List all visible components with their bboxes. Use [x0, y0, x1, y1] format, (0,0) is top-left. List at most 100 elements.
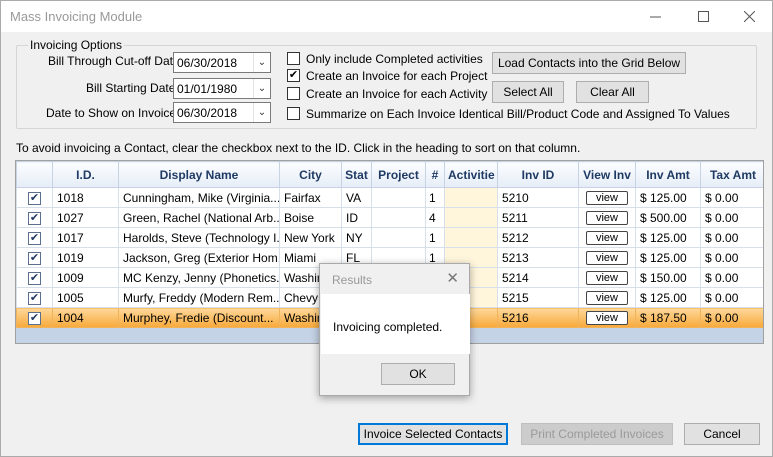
- invoice-selected-button[interactable]: Invoice Selected Contacts: [358, 423, 508, 445]
- row-checkbox[interactable]: ✔: [28, 211, 41, 225]
- close-icon[interactable]: ✕: [446, 269, 459, 287]
- cell-name: Murfy, Freddy (Modern Rem...: [118, 287, 280, 308]
- invoice-each-activity-label: Create an Invoice for each Activity: [306, 87, 488, 101]
- row-checkbox[interactable]: ✔: [28, 271, 41, 285]
- cell-state: VA: [341, 187, 372, 208]
- table-row[interactable]: ✔ 1018 Cunningham, Mike (Virginia... Fairfa…: [16, 187, 763, 208]
- chevron-down-icon[interactable]: ⌄: [253, 103, 270, 122]
- row-checkbox-cell: ✔: [16, 187, 53, 208]
- cell-id: 1027: [52, 207, 119, 228]
- view-invoice-button[interactable]: view: [586, 250, 628, 265]
- table-row[interactable]: ✔ 1027 Green, Rachel (National Arb... Boise…: [16, 207, 763, 228]
- cell-tax-amt: $ 0.00: [700, 187, 763, 208]
- column-header-select[interactable]: [16, 161, 53, 188]
- view-invoice-button[interactable]: view: [586, 290, 628, 305]
- dialog-message: Invoicing completed.: [333, 320, 443, 334]
- cell-count: 4: [425, 207, 445, 228]
- column-header-project[interactable]: Project: [371, 161, 426, 188]
- date-show-label: Date to Show on Invoice: [46, 106, 177, 120]
- cell-name: Harolds, Steve (Technology I...: [118, 227, 280, 248]
- row-checkbox-cell: ✔: [16, 307, 53, 328]
- grid-instructions: To avoid invoicing a Contact, clear the …: [16, 141, 581, 155]
- view-invoice-cell: view: [578, 287, 636, 308]
- clear-all-button[interactable]: Clear All: [576, 81, 649, 103]
- cell-count: 1: [425, 187, 445, 208]
- column-header-display-name[interactable]: Display Name: [118, 161, 280, 188]
- date-show-field[interactable]: 06/30/2018 ⌄: [173, 102, 271, 123]
- row-checkbox[interactable]: ✔: [28, 191, 41, 205]
- chevron-down-icon[interactable]: ⌄: [253, 53, 270, 72]
- bill-through-date-value: 06/30/2018: [177, 56, 238, 70]
- chevron-down-icon[interactable]: ⌄: [253, 79, 270, 98]
- view-invoice-button[interactable]: view: [586, 270, 628, 285]
- view-invoice-cell: view: [578, 247, 636, 268]
- cell-inv-id: 5212: [497, 227, 579, 248]
- cell-inv-amt: $ 150.00: [635, 267, 701, 288]
- dialog-title: Results: [332, 273, 373, 287]
- summarize-checkbox[interactable]: [287, 107, 300, 120]
- load-contacts-button[interactable]: Load Contacts into the Grid Below: [492, 52, 686, 74]
- column-header-city[interactable]: City: [279, 161, 342, 188]
- view-invoice-cell: view: [578, 267, 636, 288]
- cell-inv-amt: $ 187.50: [635, 307, 701, 328]
- close-icon[interactable]: [726, 1, 772, 32]
- dialog-body: Invoicing completed.: [321, 294, 470, 354]
- print-completed-button: Print Completed Invoices: [521, 423, 673, 445]
- view-invoice-button[interactable]: view: [586, 190, 628, 205]
- column-header-inv-amt[interactable]: Inv Amt: [635, 161, 701, 188]
- view-invoice-cell: view: [578, 207, 636, 228]
- cell-city: Boise: [279, 207, 342, 228]
- cell-project: [371, 227, 426, 248]
- summarize-label: Summarize on Each Invoice Identical Bill…: [306, 107, 730, 121]
- view-invoice-button[interactable]: view: [586, 310, 628, 325]
- invoice-each-activity-checkbox[interactable]: [287, 87, 300, 100]
- view-invoice-button[interactable]: view: [586, 210, 628, 225]
- column-header-id[interactable]: I.D.: [52, 161, 119, 188]
- cell-inv-id: 5214: [497, 267, 579, 288]
- cell-activities: [444, 227, 498, 248]
- column-header-tax-amt[interactable]: Tax Amt: [700, 161, 763, 188]
- bill-starting-date-field[interactable]: 01/01/1980 ⌄: [173, 78, 271, 99]
- cancel-button[interactable]: Cancel: [684, 423, 760, 445]
- cell-state: ID: [341, 207, 372, 228]
- maximize-icon[interactable]: [680, 1, 726, 32]
- cell-tax-amt: $ 0.00: [700, 287, 763, 308]
- cell-inv-amt: $ 125.00: [635, 187, 701, 208]
- view-invoice-button[interactable]: view: [586, 230, 628, 245]
- bill-through-date-field[interactable]: 06/30/2018 ⌄: [173, 52, 271, 73]
- column-header-inv-id[interactable]: Inv ID: [497, 161, 579, 188]
- cell-id: 1018: [52, 187, 119, 208]
- minimize-icon[interactable]: [632, 1, 678, 32]
- row-checkbox-cell: ✔: [16, 227, 53, 248]
- only-completed-checkbox[interactable]: [287, 52, 300, 65]
- row-checkbox[interactable]: ✔: [28, 291, 41, 305]
- bill-starting-label: Bill Starting Date: [86, 81, 176, 95]
- title-bar: Mass Invoicing Module: [1, 1, 772, 32]
- column-header-state[interactable]: Stat: [341, 161, 372, 188]
- cell-inv-amt: $ 500.00: [635, 207, 701, 228]
- cell-state: NY: [341, 227, 372, 248]
- view-invoice-cell: view: [578, 227, 636, 248]
- table-row[interactable]: ✔ 1017 Harolds, Steve (Technology I... New …: [16, 227, 763, 248]
- invoicing-options-label: Invoicing Options: [28, 38, 125, 52]
- select-all-button[interactable]: Select All: [492, 81, 564, 103]
- view-invoice-cell: view: [578, 307, 636, 328]
- only-completed-label: Only include Completed activities: [306, 52, 483, 66]
- column-header-count[interactable]: #: [425, 161, 445, 188]
- row-checkbox[interactable]: ✔: [28, 231, 41, 245]
- column-header-view-inv[interactable]: View Inv: [578, 161, 636, 188]
- cell-id: 1009: [52, 267, 119, 288]
- column-header-activities[interactable]: Activitie: [444, 161, 498, 188]
- cell-tax-amt: $ 0.00: [700, 227, 763, 248]
- window-title: Mass Invoicing Module: [10, 9, 143, 24]
- results-dialog: Results ✕ Invoicing completed. OK: [319, 263, 470, 396]
- invoice-each-project-checkbox[interactable]: ✔: [287, 69, 300, 82]
- ok-button[interactable]: OK: [381, 363, 455, 385]
- row-checkbox[interactable]: ✔: [28, 251, 41, 265]
- cell-name: Murphey, Fredie (Discount...: [118, 307, 280, 328]
- row-checkbox-cell: ✔: [16, 207, 53, 228]
- cell-inv-id: 5216: [497, 307, 579, 328]
- cell-id: 1017: [52, 227, 119, 248]
- row-checkbox[interactable]: ✔: [28, 311, 41, 325]
- cell-activities: [444, 207, 498, 228]
